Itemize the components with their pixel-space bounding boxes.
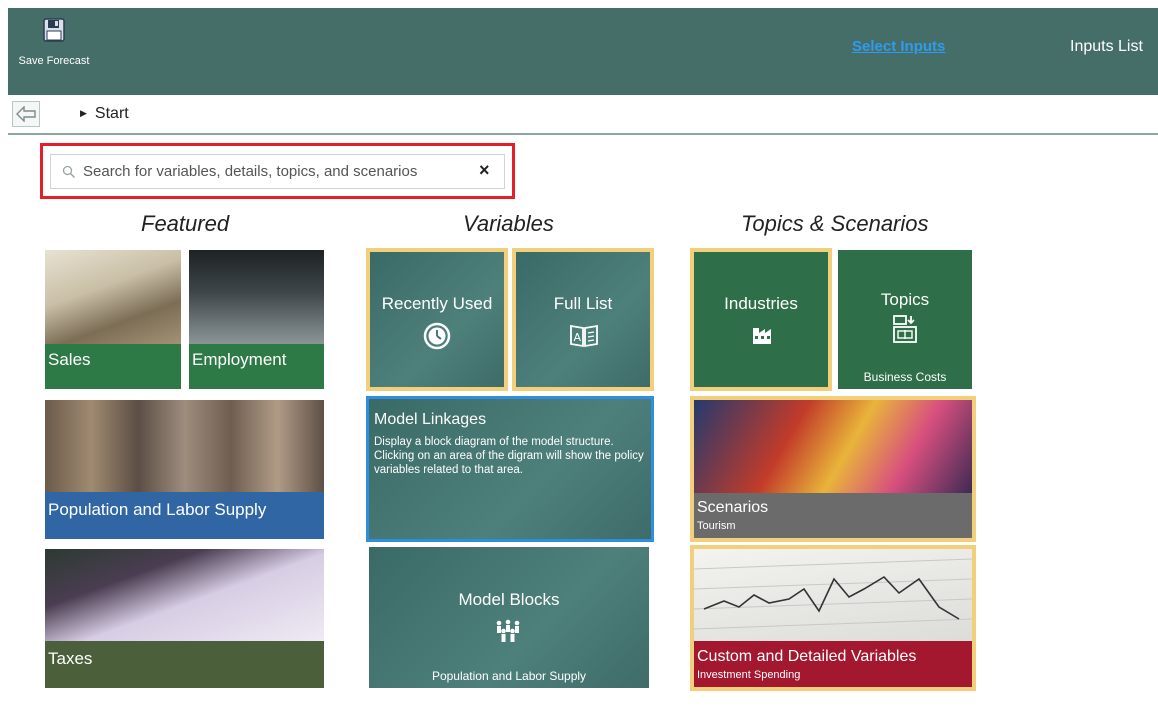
clear-search-button[interactable]: × — [479, 160, 490, 181]
inputs-list-tab[interactable]: Inputs List — [1070, 38, 1143, 56]
tile-taxes-label: Taxes — [48, 649, 93, 668]
tile-model-blocks-subtitle: Population and Labor Supply — [431, 669, 587, 683]
employment-photo — [189, 250, 324, 344]
crowd-photo — [45, 400, 324, 492]
stock-chart-photo — [694, 549, 972, 641]
search-icon — [62, 165, 76, 184]
tile-recently-used[interactable]: Recently Used — [366, 248, 508, 391]
tile-employment-label: Employment — [192, 350, 287, 369]
tile-employment[interactable]: Employment — [189, 250, 324, 389]
back-arrow-icon — [16, 106, 36, 122]
tile-industries[interactable]: Industries — [690, 248, 832, 391]
variables-heading: Variables — [463, 211, 554, 236]
tile-population-labor-supply[interactable]: Population and Labor Supply — [45, 400, 324, 539]
line-chart-graphic — [694, 558, 972, 630]
tile-full-list-label: Full List — [553, 294, 613, 313]
tile-scenarios[interactable]: Scenarios Tourism — [690, 396, 976, 542]
floppy-disk-icon — [12, 18, 96, 47]
tile-sales-label: Sales — [48, 350, 91, 369]
topics-scenarios-heading: Topics & Scenarios — [741, 211, 929, 236]
people-group-icon — [493, 619, 523, 648]
search-placeholder: Search for variables, details, topics, a… — [83, 163, 418, 180]
tile-taxes[interactable]: Taxes — [45, 549, 324, 688]
save-forecast-label: Save Forecast — [18, 55, 90, 67]
featured-heading: Featured — [141, 211, 230, 236]
tile-model-linkages-title: Model Linkages — [374, 411, 487, 428]
tile-topics-subtitle: Business Costs — [863, 370, 947, 384]
clock-icon — [423, 322, 451, 355]
back-button[interactable] — [12, 101, 40, 127]
search-input[interactable]: Search for variables, details, topics, a… — [50, 154, 505, 189]
tile-population-label: Population and Labor Supply — [48, 500, 267, 519]
tile-model-blocks[interactable]: Model Blocks Population and Labor Supply — [369, 547, 649, 688]
save-forecast-button[interactable]: Save Forecast — [12, 18, 96, 78]
tile-custom-detailed-variables[interactable]: Custom and Detailed Variables Investment… — [690, 545, 976, 691]
business-costs-icon — [892, 314, 918, 349]
triangle-right-icon: ▶ — [80, 108, 87, 118]
tile-scenarios-title: Scenarios — [697, 499, 769, 516]
tile-model-blocks-title: Model Blocks — [458, 590, 560, 609]
tile-model-linkages[interactable]: Model Linkages Display a block diagram o… — [366, 396, 654, 542]
tile-sales[interactable]: Sales — [45, 250, 181, 389]
tax-form-photo — [45, 549, 324, 641]
factory-icon — [750, 322, 774, 351]
breadcrumb-label: Start — [94, 105, 129, 122]
tile-custom-subtitle: Investment Spending — [697, 669, 801, 681]
tile-topics[interactable]: Topics Business Costs — [838, 250, 972, 389]
search-highlight-box: Search for variables, details, topics, a… — [40, 143, 515, 199]
tile-recently-used-label: Recently Used — [381, 294, 493, 313]
tile-custom-title: Custom and Detailed Variables — [697, 648, 917, 665]
tile-industries-label: Industries — [724, 294, 798, 313]
tile-full-list[interactable]: Full List A — [512, 248, 654, 391]
tile-topics-label: Topics — [880, 290, 930, 309]
tile-model-linkages-description: Display a block diagram of the model str… — [374, 436, 644, 476]
top-ribbon: Save Forecast Select Inputs Inputs List — [8, 8, 1158, 95]
sales-photo — [45, 250, 181, 344]
select-inputs-link[interactable]: Select Inputs — [852, 38, 945, 55]
carnival-photo — [694, 400, 972, 493]
svg-text:A: A — [574, 331, 582, 344]
breadcrumb-item-start[interactable]: ▶ Start — [80, 105, 129, 123]
breadcrumb: ▶ Start — [8, 95, 1158, 135]
book-icon: A — [569, 322, 599, 353]
tile-scenarios-subtitle: Tourism — [697, 520, 736, 532]
